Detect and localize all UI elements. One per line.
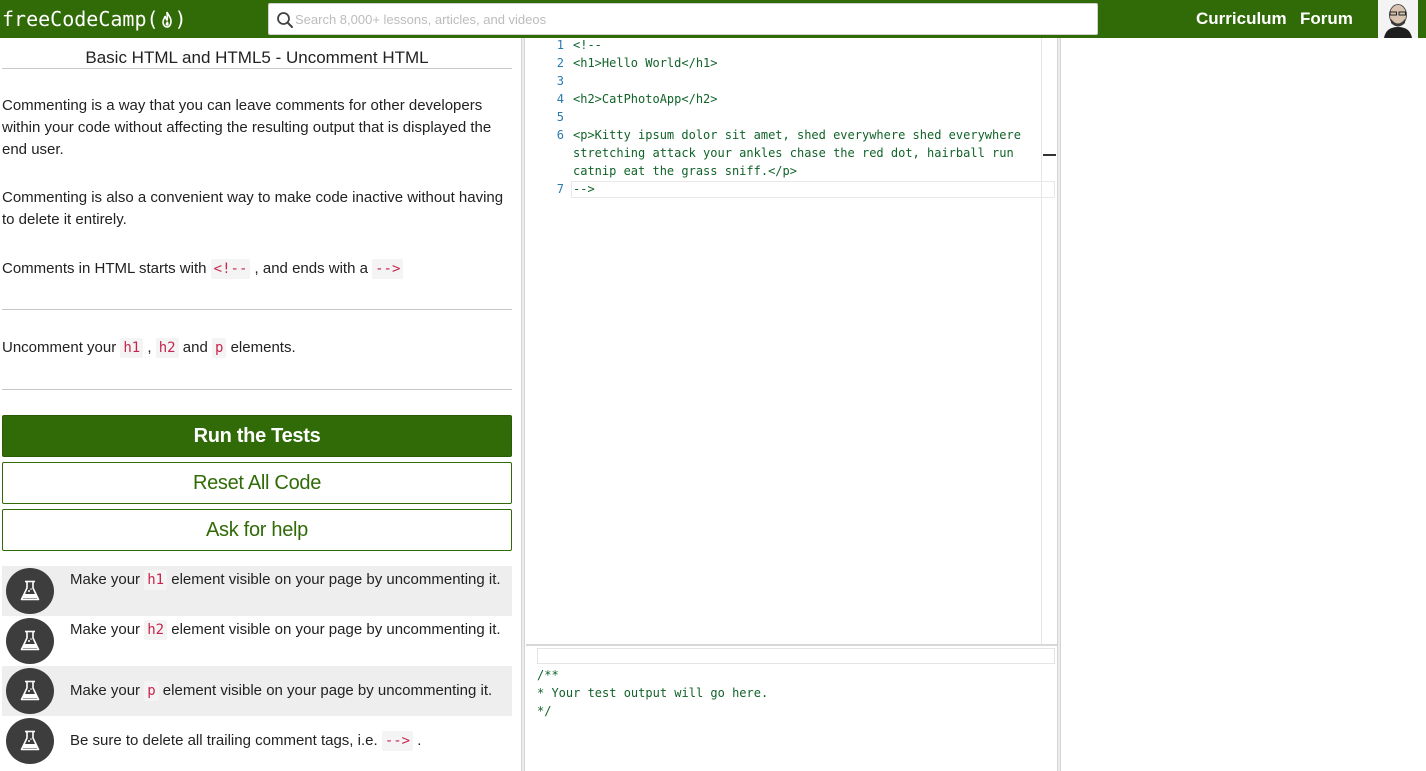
text-fragment: ,	[143, 339, 156, 356]
code-line: -->	[573, 182, 595, 196]
text-fragment: element visible on your page by uncommen…	[167, 621, 501, 638]
instructions: Uncomment your h1 , h2 and p elements.	[2, 337, 510, 359]
search-input[interactable]	[295, 4, 1085, 34]
test-status-badge	[6, 568, 54, 614]
test-item: Make your p element visible on your page…	[2, 666, 512, 716]
test-item: Make your h1 element visible on your pag…	[2, 566, 512, 616]
code-line: <!--	[573, 38, 602, 52]
line-number: 6	[556, 128, 564, 142]
user-avatar-icon	[1378, 0, 1418, 38]
code-line-wrapped: catnip eat the grass sniff.</p>	[573, 164, 797, 178]
active-line-highlight	[571, 181, 1055, 198]
description-paragraph: Commenting is also a convenient way to m…	[2, 189, 504, 228]
section-divider	[2, 309, 512, 310]
run-tests-button[interactable]: Run the Tests	[2, 415, 512, 457]
editor-scrollbar-marker	[1043, 154, 1056, 156]
code-line: <p>Kitty ipsum dolor sit amet, shed ever…	[573, 128, 1021, 142]
output-header-bar	[537, 648, 1055, 664]
beaker-icon	[20, 630, 40, 651]
line-number: 3	[556, 74, 564, 88]
text-fragment: elements.	[226, 339, 296, 356]
text-fragment: Make your	[70, 621, 145, 638]
challenge-panel: Basic HTML and HTML5 - Uncomment HTML Co…	[0, 38, 520, 771]
test-description: Make your h1 element visible on your pag…	[70, 567, 510, 593]
inline-code: <!--	[210, 259, 251, 279]
inline-code: h2	[144, 620, 168, 640]
challenge-title: Basic HTML and HTML5 - Uncomment HTML	[85, 48, 429, 67]
test-description: Be sure to delete all trailing comment t…	[70, 728, 510, 754]
test-output-console: /** * Your test output will go here. */	[537, 666, 1055, 766]
output-line: */	[537, 704, 552, 718]
inline-code: h2	[155, 338, 179, 358]
search-icon	[277, 12, 293, 28]
line-number: 7	[556, 182, 564, 196]
editor-scrollbar[interactable]	[1041, 38, 1042, 644]
search-box[interactable]	[268, 3, 1098, 35]
text-fragment: element visible on your page by uncommen…	[158, 682, 493, 699]
line-number: 5	[556, 110, 564, 124]
brand-prefix: freeCodeCamp(	[2, 7, 159, 31]
text-fragment: .	[413, 732, 422, 749]
section-divider	[2, 389, 512, 390]
output-line: * Your test output will go here.	[537, 686, 769, 700]
inline-code: h1	[144, 570, 168, 590]
test-status-badge	[6, 618, 54, 664]
text-fragment: Be sure to delete all trailing comment t…	[70, 732, 382, 749]
navbar: freeCodeCamp( ) Curriculum Forum	[0, 0, 1426, 38]
text-fragment: , and ends with a	[250, 260, 373, 277]
code-line: <h1>Hello World</h1>	[573, 56, 718, 70]
output-line: /**	[537, 668, 559, 682]
editor-output-divider[interactable]	[526, 644, 1057, 646]
beaker-icon	[20, 730, 40, 751]
inline-code: h1	[120, 338, 144, 358]
inline-code: p	[211, 338, 227, 358]
reset-code-button[interactable]: Reset All Code	[2, 462, 512, 504]
test-item: Make your h2 element visible on your pag…	[2, 616, 512, 666]
flame-icon	[161, 11, 172, 28]
line-number: 4	[556, 92, 564, 106]
code-line: <h2>CatPhotoApp</h2>	[573, 92, 718, 106]
text-fragment: Uncomment your	[2, 339, 121, 356]
text-fragment: element visible on your page by uncommen…	[167, 571, 501, 588]
test-status-badge	[6, 668, 54, 714]
beaker-icon	[20, 680, 40, 701]
inline-code: -->	[381, 731, 414, 751]
brand-suffix: )	[174, 7, 187, 31]
inline-code: p	[144, 681, 159, 701]
nav-link-forum[interactable]: Forum	[1300, 8, 1353, 30]
line-number: 1	[556, 38, 564, 52]
description-paragraph: Commenting is a way that you can leave c…	[2, 97, 492, 158]
text-fragment: and	[178, 339, 212, 356]
avatar[interactable]	[1378, 0, 1418, 38]
test-description: Make your h2 element visible on your pag…	[70, 617, 510, 643]
text-fragment: Make your	[70, 571, 145, 588]
beaker-icon	[20, 580, 40, 601]
code-line-wrapped: stretching attack your ankles chase the …	[573, 146, 1014, 160]
preview-pane	[1063, 38, 1426, 771]
test-status-badge	[6, 718, 54, 764]
text-fragment: Make your	[70, 682, 145, 699]
nav-link-curriculum[interactable]: Curriculum	[1196, 8, 1287, 30]
code-editor[interactable]: 1 2 3 4 5 6 7 <!-- <h1>Hello World</h1> …	[526, 38, 1057, 644]
description-paragraph: Comments in HTML starts with <!-- , and …	[2, 258, 510, 280]
brand-logo[interactable]: freeCodeCamp( )	[2, 5, 187, 33]
ask-for-help-button[interactable]: Ask for help	[2, 509, 512, 551]
panel-resize-handle[interactable]	[1057, 38, 1061, 771]
test-description: Make your p element visible on your page…	[70, 678, 510, 704]
test-item: Be sure to delete all trailing comment t…	[2, 716, 512, 766]
line-number: 2	[556, 56, 564, 70]
inline-code: -->	[372, 259, 404, 279]
title-divider	[2, 68, 512, 69]
text-fragment: Comments in HTML starts with	[2, 260, 211, 277]
panel-resize-handle[interactable]	[521, 38, 525, 771]
